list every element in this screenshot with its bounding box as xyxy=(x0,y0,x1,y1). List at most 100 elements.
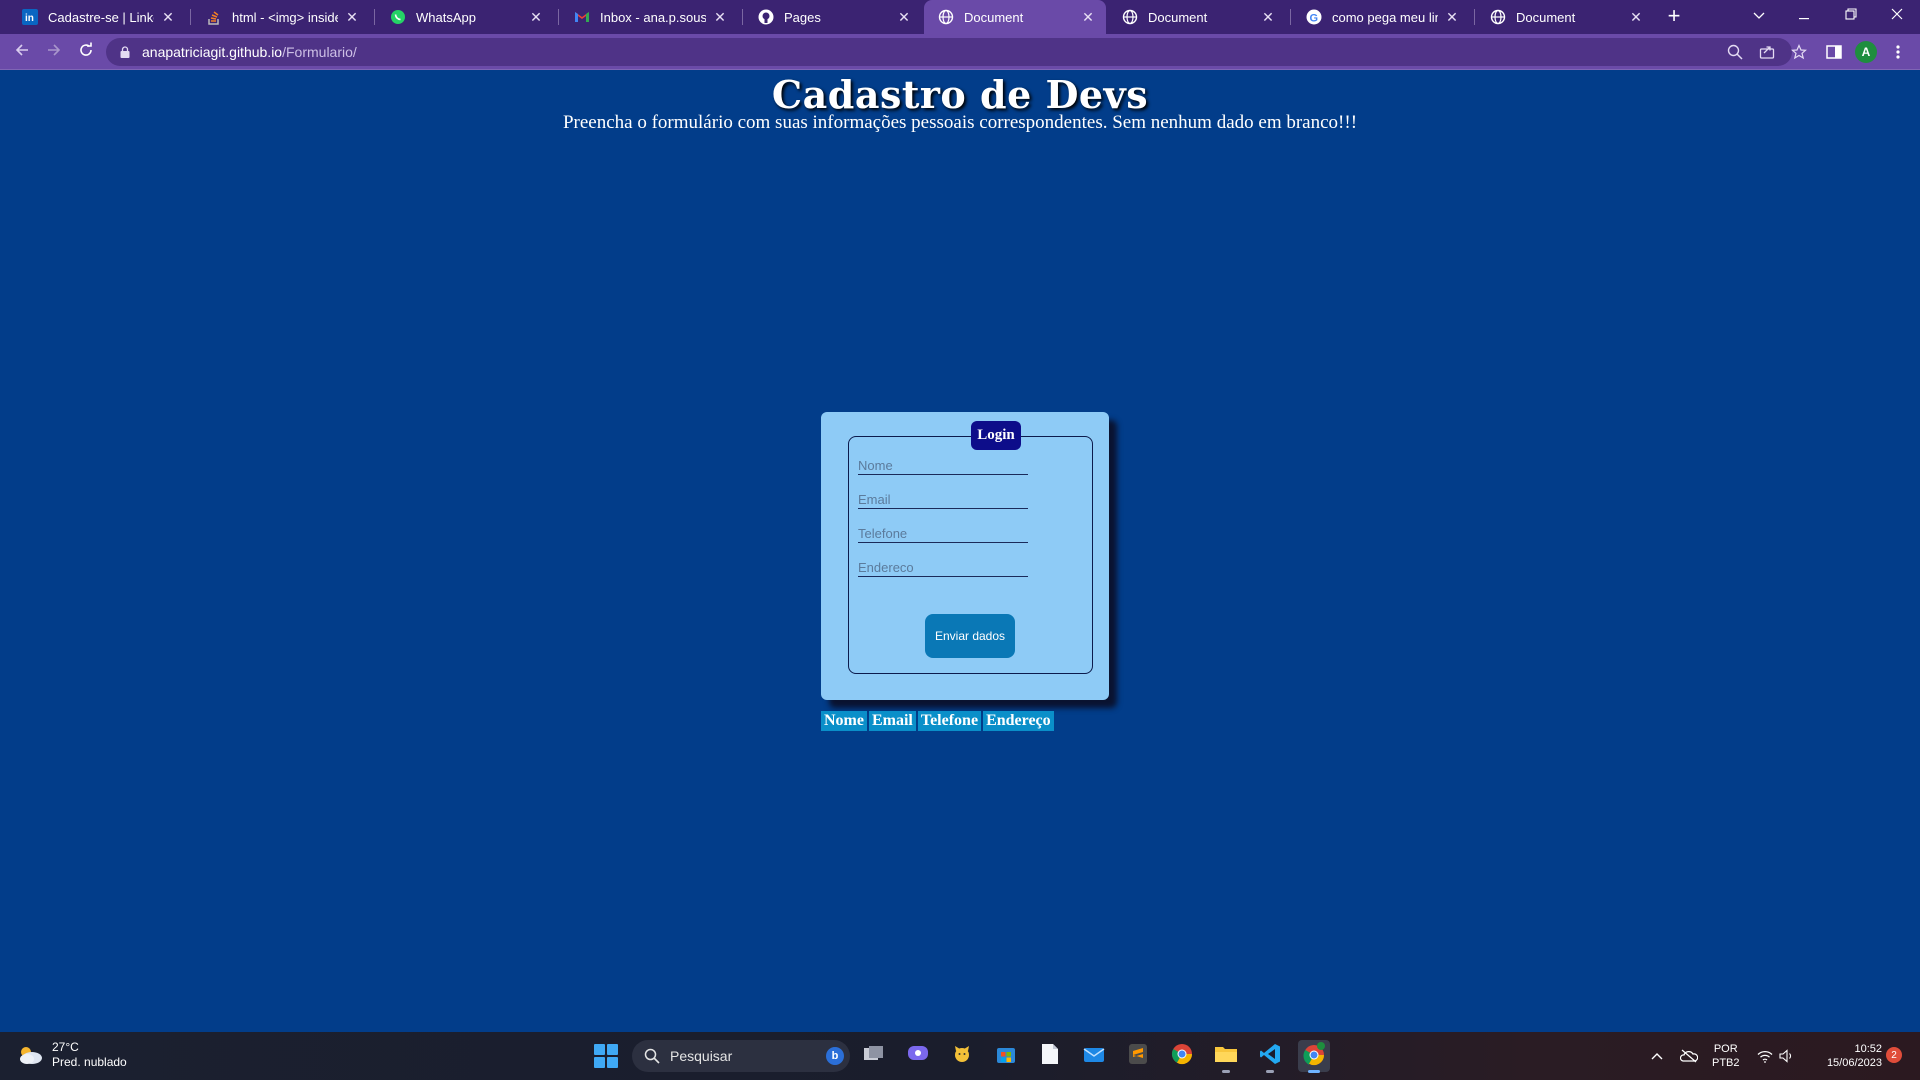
restore-button[interactable] xyxy=(1828,0,1874,30)
input-language-indicator[interactable]: POR PTB2 xyxy=(1712,1042,1740,1070)
weather-widget[interactable]: 27°C Pred. nublado xyxy=(16,1040,127,1070)
chevron-down-icon xyxy=(1753,7,1765,23)
tab-gmail[interactable]: Inbox - ana.p.sousa00 ✕ xyxy=(560,0,738,34)
kebab-menu-icon[interactable] xyxy=(1888,42,1908,62)
tab-github-pages[interactable]: Pages ✕ xyxy=(744,0,922,34)
windows-logo-tile xyxy=(594,1057,605,1068)
sublime-text-button[interactable] xyxy=(1122,1040,1154,1072)
result-header-nome: Nome xyxy=(821,711,867,731)
task-view-icon xyxy=(863,1045,885,1068)
start-button[interactable] xyxy=(594,1044,618,1068)
close-icon[interactable]: ✕ xyxy=(896,9,912,25)
vscode-button[interactable] xyxy=(1254,1040,1286,1073)
tab-separator xyxy=(1290,9,1291,25)
stackoverflow-icon xyxy=(206,9,222,25)
keyboard-layout: PTB2 xyxy=(1712,1057,1740,1069)
new-tab-button[interactable]: + xyxy=(1660,2,1688,30)
result-header-email: Email xyxy=(868,711,916,731)
name-input[interactable] xyxy=(858,455,1028,475)
system-clock[interactable]: 10:52 15/06/2023 xyxy=(1812,1042,1882,1070)
chrome-profile-button[interactable] xyxy=(1298,1040,1330,1073)
search-icon xyxy=(644,1048,660,1064)
svg-text:G: G xyxy=(1310,13,1319,25)
file-explorer-copilot-button[interactable] xyxy=(946,1040,978,1072)
arrow-left-icon xyxy=(14,42,30,63)
whatsapp-icon xyxy=(390,9,406,25)
tab-title: Document xyxy=(1148,9,1208,25)
tab-title: Pages xyxy=(784,9,821,25)
share-icon[interactable] xyxy=(1758,43,1776,61)
tab-document[interactable]: Document ✕ xyxy=(1476,0,1654,34)
cat-icon xyxy=(951,1044,973,1069)
tab-document[interactable]: Document ✕ xyxy=(1108,0,1286,34)
tab-title: html - <img> inside < xyxy=(232,9,338,25)
close-icon[interactable]: ✕ xyxy=(1080,9,1096,25)
registration-form: Login Enviar dados xyxy=(821,412,1109,700)
star-icon[interactable] xyxy=(1790,43,1808,61)
teams-chat-button[interactable] xyxy=(902,1040,934,1072)
tab-search-button[interactable] xyxy=(1736,0,1782,30)
profile-avatar[interactable]: A xyxy=(1855,41,1877,63)
taskbar-search[interactable]: Pesquisar b xyxy=(632,1040,850,1072)
mail-icon xyxy=(1083,1045,1105,1068)
tab-title: Cadastre-se | LinkedIn xyxy=(48,9,154,25)
side-panel-icon[interactable] xyxy=(1824,42,1844,62)
tab-google-search[interactable]: G como pega meu link p ✕ xyxy=(1292,0,1470,34)
browser-tab-bar: in Cadastre-se | LinkedIn ✕ html - <img>… xyxy=(0,0,1920,34)
running-indicator xyxy=(1266,1070,1274,1073)
lock-icon xyxy=(120,45,130,58)
reload-button[interactable] xyxy=(72,38,100,66)
tab-document-active[interactable]: Document ✕ xyxy=(924,0,1106,34)
back-button[interactable] xyxy=(8,38,36,66)
globe-icon xyxy=(1490,9,1506,25)
vscode-icon xyxy=(1259,1043,1281,1070)
mail-button[interactable] xyxy=(1078,1040,1110,1072)
email-input[interactable] xyxy=(858,489,1028,509)
submit-button[interactable]: Enviar dados xyxy=(925,614,1015,658)
wifi-icon[interactable] xyxy=(1756,1047,1774,1065)
close-icon[interactable]: ✕ xyxy=(528,9,544,25)
onedrive-off-icon[interactable] xyxy=(1680,1047,1698,1065)
close-icon[interactable]: ✕ xyxy=(344,9,360,25)
task-view-button[interactable] xyxy=(858,1040,890,1072)
tab-linkedin[interactable]: in Cadastre-se | LinkedIn ✕ xyxy=(8,0,186,34)
forward-button[interactable] xyxy=(40,38,68,66)
tab-separator xyxy=(1474,9,1475,25)
close-window-button[interactable] xyxy=(1874,0,1920,30)
address-input[interactable] xyxy=(858,557,1028,577)
url-path: /Formulario/ xyxy=(282,44,357,60)
address-bar[interactable]: anapatriciagit.github.io/Formulario/ xyxy=(106,38,1807,66)
search-placeholder: Pesquisar xyxy=(670,1048,733,1064)
chevron-up-icon[interactable] xyxy=(1648,1047,1666,1065)
close-icon[interactable]: ✕ xyxy=(1628,9,1644,25)
page-title: Cadastro de Devs xyxy=(771,72,1149,117)
arrow-right-icon xyxy=(46,42,62,63)
tab-stackoverflow[interactable]: html - <img> inside < ✕ xyxy=(192,0,370,34)
close-icon[interactable]: ✕ xyxy=(712,9,728,25)
tab-title: WhatsApp xyxy=(416,9,476,25)
google-icon: G xyxy=(1306,9,1322,25)
chrome-button[interactable] xyxy=(1166,1040,1198,1072)
close-icon[interactable]: ✕ xyxy=(160,9,176,25)
minimize-button[interactable] xyxy=(1782,0,1828,30)
notepad-button[interactable] xyxy=(1034,1040,1066,1072)
close-icon[interactable]: ✕ xyxy=(1444,9,1460,25)
zoom-icon[interactable] xyxy=(1726,43,1744,61)
browser-toolbar: anapatriciagit.github.io/Formulario/ A xyxy=(0,34,1920,70)
windows-logo-tile xyxy=(594,1044,605,1055)
tab-separator xyxy=(190,9,191,25)
phone-input[interactable] xyxy=(858,523,1028,543)
speaker-icon[interactable] xyxy=(1778,1047,1796,1065)
notification-badge[interactable]: 2 xyxy=(1886,1047,1902,1063)
form-legend: Login xyxy=(971,421,1021,450)
tab-whatsapp[interactable]: WhatsApp ✕ xyxy=(376,0,554,34)
file-explorer-button[interactable] xyxy=(1210,1040,1242,1073)
notepad-icon xyxy=(1041,1043,1059,1070)
url-host: anapatriciagit.github.io xyxy=(142,44,283,60)
results-table-header: Nome Email Telefone Endereço xyxy=(821,711,1054,731)
microsoft-store-button[interactable] xyxy=(990,1040,1022,1072)
chrome-icon xyxy=(1171,1043,1193,1070)
windows-logo-tile xyxy=(607,1057,618,1068)
close-icon[interactable]: ✕ xyxy=(1260,9,1276,25)
tab-title: Inbox - ana.p.sousa00 xyxy=(600,9,706,25)
